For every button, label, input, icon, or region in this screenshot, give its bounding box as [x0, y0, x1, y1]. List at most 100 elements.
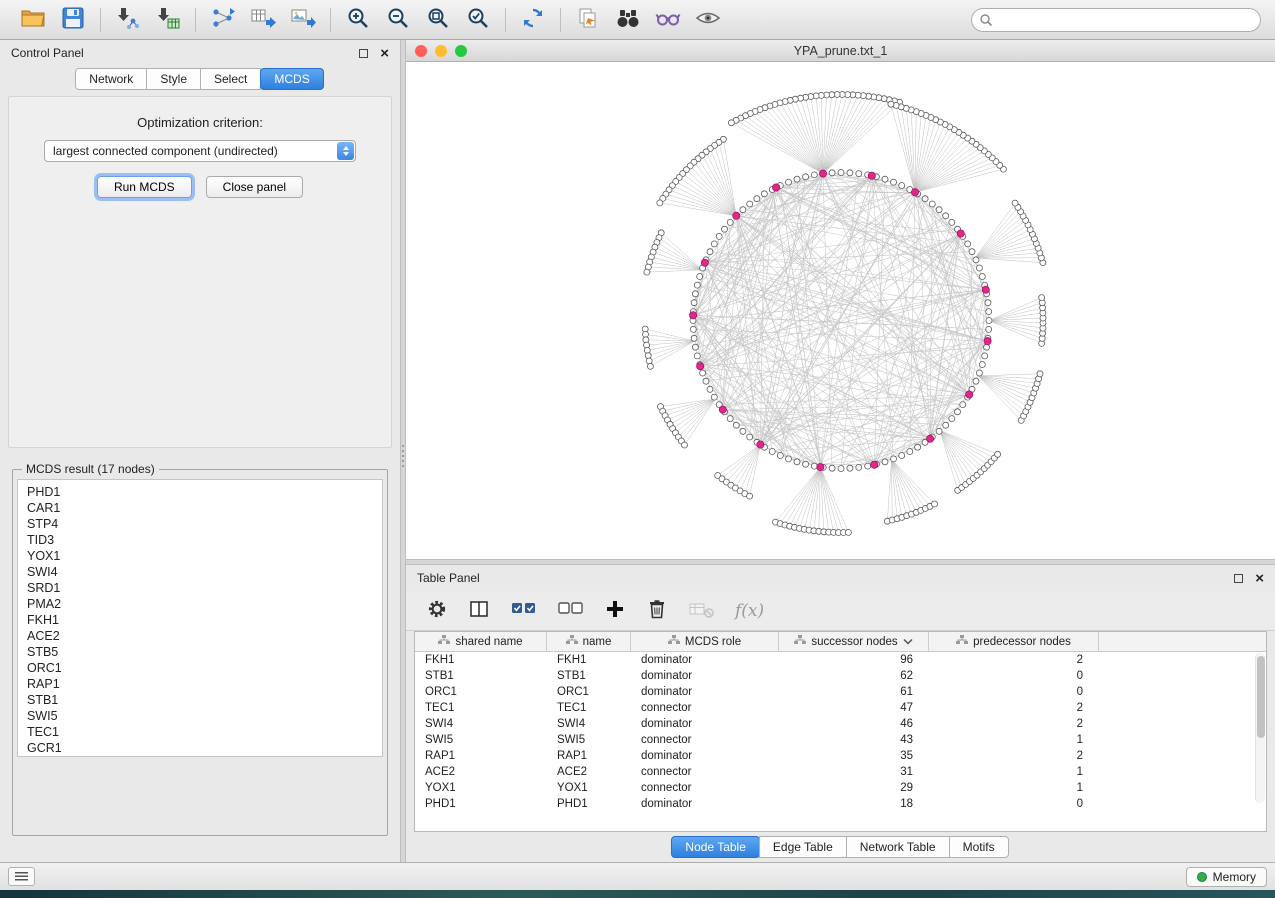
show-panels-button[interactable]	[8, 867, 35, 886]
tab-network-table[interactable]: Network Table	[846, 836, 950, 858]
table-cell[interactable]: 2	[929, 748, 1099, 764]
binoculars-button[interactable]	[612, 5, 644, 35]
column-header-successor-nodes[interactable]: successor nodes	[779, 632, 929, 651]
mcds-result-item[interactable]: SWI4	[27, 564, 382, 580]
criterion-dropdown[interactable]: largest connected component (undirected)	[44, 140, 356, 162]
table-cell[interactable]: dominator	[631, 748, 779, 764]
table-cell[interactable]: connector	[631, 732, 779, 748]
table-cell[interactable]: dominator	[631, 796, 779, 812]
table-cell[interactable]: PHD1	[547, 796, 631, 812]
table-cell[interactable]: RAP1	[415, 748, 547, 764]
select-all-rows-button[interactable]	[510, 598, 537, 623]
delete-row-button[interactable]	[646, 598, 668, 623]
tab-edge-table[interactable]: Edge Table	[759, 836, 847, 858]
table-cell[interactable]: SWI5	[547, 732, 631, 748]
window-minimize-button[interactable]	[435, 45, 447, 57]
table-row[interactable]: SWI5SWI5connector431	[415, 732, 1266, 748]
scrollbar-thumb[interactable]	[1257, 656, 1265, 738]
table-cell[interactable]: 35	[779, 748, 929, 764]
table-row[interactable]: SWI4SWI4dominator462	[415, 716, 1266, 732]
export-table-button[interactable]	[247, 5, 279, 35]
column-header-shared-name[interactable]: shared name	[415, 632, 547, 651]
mcds-result-item[interactable]: PHD1	[27, 484, 382, 500]
close-table-panel-icon[interactable]: ×	[1255, 571, 1264, 586]
table-cell[interactable]: 96	[779, 652, 929, 668]
mcds-result-list[interactable]: PHD1CAR1STP4TID3YOX1SWI4SRD1PMA2FKH1ACE2…	[17, 479, 383, 757]
tab-motifs[interactable]: Motifs	[949, 836, 1009, 858]
table-cell[interactable]: STB1	[547, 668, 631, 684]
table-cell[interactable]: 18	[779, 796, 929, 812]
show-columns-button[interactable]	[468, 598, 490, 623]
table-cell[interactable]: 31	[779, 764, 929, 780]
float-table-panel-icon[interactable]	[1234, 574, 1243, 583]
mcds-result-item[interactable]: ORC1	[27, 660, 382, 676]
zoom-selected-button[interactable]	[462, 5, 494, 35]
tab-node-table[interactable]: Node Table	[671, 836, 760, 858]
mcds-result-item[interactable]: GCR1	[27, 740, 382, 756]
table-cell[interactable]: 47	[779, 700, 929, 716]
mcds-result-item[interactable]: TEC1	[27, 724, 382, 740]
delete-column-button[interactable]	[688, 598, 715, 623]
table-row[interactable]: YOX1YOX1connector291	[415, 780, 1266, 796]
table-cell[interactable]: PHD1	[415, 796, 547, 812]
table-cell[interactable]: 29	[779, 780, 929, 796]
mcds-result-item[interactable]: STP4	[27, 516, 382, 532]
table-cell[interactable]: TEC1	[415, 700, 547, 716]
table-cell[interactable]: FKH1	[547, 652, 631, 668]
table-cell[interactable]: ACE2	[547, 764, 631, 780]
table-cell[interactable]: connector	[631, 764, 779, 780]
table-cell[interactable]: 43	[779, 732, 929, 748]
zoom-fit-button[interactable]	[422, 5, 454, 35]
table-cell[interactable]: 0	[929, 684, 1099, 700]
zoom-out-button[interactable]	[382, 5, 414, 35]
function-builder-button[interactable]: f(x)	[735, 601, 764, 621]
mcds-result-item[interactable]: FKH1	[27, 612, 382, 628]
table-cell[interactable]: ORC1	[547, 684, 631, 700]
column-header-name[interactable]: name	[547, 632, 631, 651]
mcds-result-item[interactable]: PMA2	[27, 596, 382, 612]
table-row[interactable]: TEC1TEC1connector472	[415, 700, 1266, 716]
table-row[interactable]: STB1STB1dominator620	[415, 668, 1266, 684]
save-session-button[interactable]	[57, 5, 89, 35]
export-network-button[interactable]	[207, 5, 239, 35]
table-row[interactable]: FKH1FKH1dominator962	[415, 652, 1266, 668]
mcds-result-item[interactable]: RAP1	[27, 676, 382, 692]
mcds-result-item[interactable]: STB1	[27, 692, 382, 708]
glasses-button[interactable]	[652, 5, 684, 35]
table-cell[interactable]: TEC1	[547, 700, 631, 716]
import-network-button[interactable]	[112, 5, 144, 35]
mcds-result-item[interactable]: SWI5	[27, 708, 382, 724]
table-cell[interactable]: dominator	[631, 716, 779, 732]
vertical-splitter[interactable]	[400, 40, 406, 862]
table-cell[interactable]: 2	[929, 700, 1099, 716]
table-cell[interactable]: 46	[779, 716, 929, 732]
table-cell[interactable]: 0	[929, 796, 1099, 812]
table-settings-button[interactable]	[426, 598, 448, 623]
column-header-mcds-role[interactable]: MCDS role	[631, 632, 779, 651]
table-cell[interactable]: 1	[929, 732, 1099, 748]
mcds-result-item[interactable]: SRD1	[27, 580, 382, 596]
table-cell[interactable]: dominator	[631, 668, 779, 684]
network-canvas[interactable]	[406, 62, 1275, 559]
table-cell[interactable]: dominator	[631, 652, 779, 668]
table-cell[interactable]: connector	[631, 700, 779, 716]
table-cell[interactable]: 2	[929, 716, 1099, 732]
table-cell[interactable]: FKH1	[415, 652, 547, 668]
table-cell[interactable]: 61	[779, 684, 929, 700]
tab-style[interactable]: Style	[146, 68, 201, 90]
table-cell[interactable]: ACE2	[415, 764, 547, 780]
table-cell[interactable]: ORC1	[415, 684, 547, 700]
table-row[interactable]: ACE2ACE2connector311	[415, 764, 1266, 780]
add-row-button[interactable]	[604, 598, 626, 623]
table-scrollbar[interactable]	[1255, 653, 1265, 803]
table-cell[interactable]: connector	[631, 780, 779, 796]
search-input[interactable]	[971, 8, 1261, 32]
table-cell[interactable]: 2	[929, 652, 1099, 668]
window-maximize-button[interactable]	[455, 45, 467, 57]
tab-network[interactable]: Network	[75, 68, 147, 90]
table-cell[interactable]: dominator	[631, 684, 779, 700]
table-cell[interactable]: 0	[929, 668, 1099, 684]
mcds-result-item[interactable]: ACE2	[27, 628, 382, 644]
table-cell[interactable]: SWI4	[415, 716, 547, 732]
mcds-result-item[interactable]: YOX1	[27, 548, 382, 564]
